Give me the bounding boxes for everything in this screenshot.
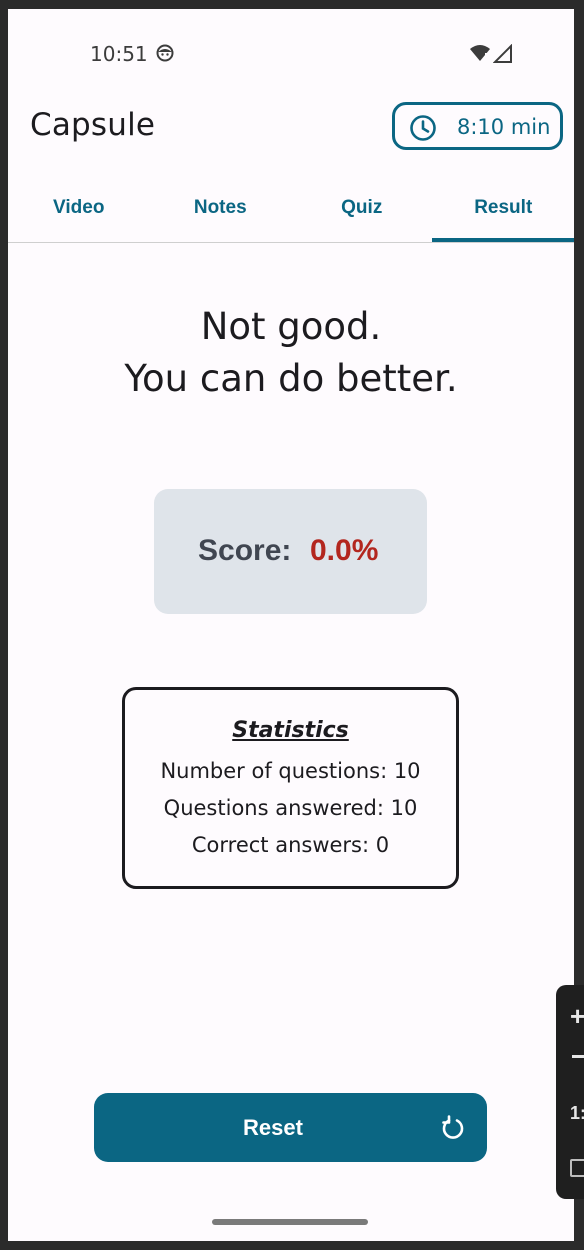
wifi-icon	[470, 45, 490, 61]
headline-line-2: You can do better.	[124, 357, 458, 400]
active-tab-indicator	[432, 238, 574, 242]
tab-result[interactable]: Result	[433, 185, 575, 243]
tab-video[interactable]: Video	[8, 185, 150, 243]
status-bar: 10:51	[8, 9, 574, 89]
timer-chip[interactable]: 8:10 min	[392, 102, 563, 150]
status-time: 10:51	[90, 42, 148, 66]
stat-number-of-questions: Number of questions: 10	[160, 759, 421, 783]
refresh-icon	[442, 1115, 464, 1139]
fit-screen-icon[interactable]	[570, 1159, 584, 1177]
android-face-icon	[156, 44, 174, 62]
statistics-box: Statistics Number of questions: 10 Quest…	[122, 687, 459, 889]
emulator-side-panel: + 1:	[556, 985, 584, 1199]
app-title: Capsule	[30, 107, 156, 143]
tab-notes[interactable]: Notes	[150, 185, 292, 243]
stat-questions-answered: Questions answered: 10	[163, 796, 418, 820]
signal-icon	[493, 44, 512, 63]
tab-bar: Video Notes Quiz Result	[8, 185, 574, 243]
result-headline: Not good. You can do better.	[8, 301, 574, 405]
reset-button[interactable]: Reset	[94, 1093, 487, 1162]
timer-text: 8:10 min	[457, 115, 551, 139]
app-screen: 10:51 Capsule 8:10 min Video Notes Quiz …	[8, 9, 574, 1241]
score-label: Score:	[198, 534, 292, 567]
clock-icon	[410, 115, 436, 141]
reset-label: Reset	[243, 1115, 303, 1140]
home-indicator[interactable]	[212, 1219, 368, 1225]
score-value: 0.0%	[310, 534, 379, 567]
headline-line-1: Not good.	[200, 305, 382, 348]
zoom-in-icon[interactable]: +	[570, 1001, 584, 1032]
side-panel-text: 1:	[570, 1103, 584, 1123]
stat-correct-answers: Correct answers: 0	[191, 833, 390, 857]
score-card: Score: 0.0%	[154, 489, 427, 614]
zoom-out-icon[interactable]	[572, 1055, 584, 1058]
tab-quiz[interactable]: Quiz	[291, 185, 433, 243]
statistics-title: Statistics	[232, 718, 349, 743]
